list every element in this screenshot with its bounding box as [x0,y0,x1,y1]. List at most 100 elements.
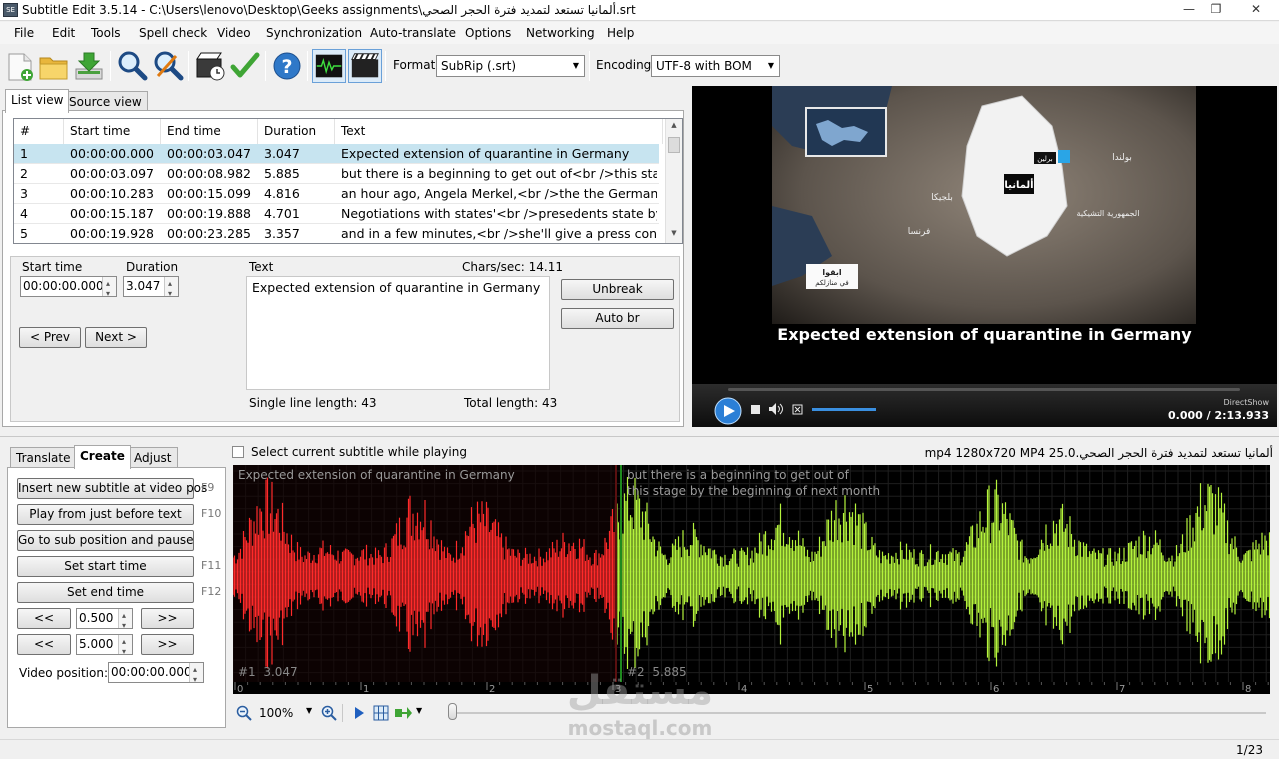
maximize-button[interactable]: ❐ [1203,1,1229,18]
large-step-input[interactable]: 5.000 [76,632,133,661]
zoom-in-icon[interactable] [321,705,337,721]
grid-scrollbar[interactable]: ▲ ▼ [665,119,682,243]
splitter[interactable] [0,436,1279,439]
table-row[interactable]: 1 00:00:00.000 00:00:03.047 3.047 Expect… [14,144,659,164]
options-dropdown-icon[interactable]: ▼ [416,706,422,715]
zoom-level[interactable]: 100% [259,706,293,720]
scroll-thumb[interactable] [668,137,680,153]
column-number[interactable]: # [14,119,64,144]
scroll-down-icon[interactable]: ▼ [667,229,681,241]
table-row[interactable]: 3 00:00:10.283 00:00:15.099 4.816 an hou… [14,184,659,204]
video-seek-bar[interactable] [728,388,1240,391]
menu-file[interactable]: File [14,26,34,40]
column-start-time[interactable]: Start time [64,119,161,144]
tab-source-view[interactable]: Source view [63,91,148,111]
menu-synchronization[interactable]: Synchronization [266,26,362,40]
prev-button[interactable]: < Prev [19,327,81,348]
menu-options[interactable]: Options [465,26,511,40]
waveform-graph[interactable]: 012345678 [233,465,1270,694]
start-time-spinner[interactable] [102,274,116,303]
column-duration[interactable]: Duration [258,119,335,144]
play-icon[interactable] [714,397,742,425]
set-end-time-button[interactable]: Set end time [17,582,194,603]
subtitle-grid[interactable]: # Start time End time Duration Text 1 00… [13,118,683,244]
menu-edit[interactable]: Edit [52,26,75,40]
row-number: 2 [20,166,28,181]
visual-sync-icon[interactable] [193,49,227,83]
column-text[interactable]: Text [335,119,663,144]
video-position-input[interactable]: 00:00:00.000 [108,660,204,689]
menu-auto-translate[interactable]: Auto-translate [370,26,456,40]
waveform-panel[interactable]: 012345678 Expected extension of quaranti… [233,465,1270,694]
new-file-icon[interactable] [3,49,37,83]
status-bar: 1/23 [0,739,1279,759]
start-time-input[interactable]: 00:00:00.000 [20,274,117,303]
play-before-text-button[interactable]: Play from just before text [17,504,194,525]
seek-back-small-button[interactable]: << [17,608,71,629]
seek-back-large-button[interactable]: << [17,634,71,655]
waveform-grid-icon[interactable] [373,705,389,721]
seek-forward-small-button[interactable]: >> [141,608,194,629]
row-start-time: 00:00:00.000 [70,146,154,161]
table-row[interactable]: 2 00:00:03.097 00:00:08.982 5.885 but th… [14,164,659,184]
title-bar: SE Subtitle Edit 3.5.14 - C:\Users\lenov… [0,0,1279,21]
find-icon[interactable] [115,49,149,83]
duration-spinner[interactable] [164,274,178,303]
spell-check-icon[interactable] [228,49,262,83]
volume-icon[interactable] [768,402,784,416]
waveform-options-icon[interactable] [394,706,412,720]
row-text: but there is a beginning to get out of<b… [341,166,657,181]
insert-shortcut: F9 [201,481,215,494]
duration-input[interactable]: 3.047 [123,274,179,303]
tab-list-view[interactable]: List view [5,89,70,113]
tab-adjust[interactable]: Adjust [128,447,178,467]
video-toggle-icon[interactable] [348,49,382,83]
menu-spell-check[interactable]: Spell check [139,26,207,40]
waveform-toggle-icon[interactable] [312,49,346,83]
zoom-out-icon[interactable] [236,705,252,721]
fullscreen-icon[interactable] [792,404,803,415]
play-selection-icon[interactable] [353,706,365,720]
encoding-select[interactable]: UTF-8 with BOM ▼ [651,55,780,77]
help-icon[interactable]: ? [270,49,304,83]
position-slider-thumb[interactable] [448,703,457,720]
table-row[interactable]: 5 00:00:19.928 00:00:23.285 3.357 and in… [14,224,659,243]
open-folder-icon[interactable] [37,49,71,83]
menu-networking[interactable]: Networking [526,26,595,40]
zoom-dropdown-icon[interactable]: ▼ [306,706,312,715]
row-end-time: 00:00:23.285 [167,226,251,241]
video-position-spinner[interactable] [189,660,203,689]
save-download-icon[interactable] [72,49,106,83]
set-start-time-button[interactable]: Set start time [17,556,194,577]
volume-slider[interactable] [812,408,876,411]
small-step-spinner[interactable] [118,606,132,635]
goto-sub-pause-button[interactable]: Go to sub position and pause [17,530,194,551]
seek-forward-large-button[interactable]: >> [141,634,194,655]
next-button[interactable]: Next > [85,327,147,348]
format-select[interactable]: SubRip (.srt) ▼ [436,55,585,77]
select-while-playing-checkbox[interactable] [232,446,244,458]
replace-icon[interactable] [151,49,185,83]
menu-bar: File Edit Tools Spell check Video Synchr… [0,22,1279,44]
small-step-input[interactable]: 0.500 [76,606,133,635]
video-player[interactable]: برلين ألمانيا بولندا بلجيكا فرنسا الجمهو… [692,86,1277,427]
menu-tools[interactable]: Tools [91,26,121,40]
tab-translate[interactable]: Translate [10,447,77,467]
table-row[interactable]: 4 00:00:15.187 00:00:19.888 4.701 Negoti… [14,204,659,224]
unbreak-button[interactable]: Unbreak [561,279,674,300]
tab-create[interactable]: Create [74,445,131,469]
insert-subtitle-button[interactable]: Insert new subtitle at video pos [17,478,207,499]
minimize-button[interactable]: — [1176,1,1202,18]
auto-br-button[interactable]: Auto br [561,308,674,329]
encoding-label: Encoding [596,58,652,72]
large-step-value: 5.000 [79,637,114,651]
large-step-spinner[interactable] [118,632,132,661]
subtitle-text-box[interactable]: Expected extension of quarantine in Germ… [246,276,550,390]
menu-video[interactable]: Video [217,26,251,40]
close-button[interactable]: ✕ [1236,1,1276,18]
stop-icon[interactable] [750,404,761,415]
menu-help[interactable]: Help [607,26,634,40]
column-end-time[interactable]: End time [161,119,258,144]
single-line-length: Single line length: 43 [249,396,377,410]
scroll-up-icon[interactable]: ▲ [667,121,681,133]
